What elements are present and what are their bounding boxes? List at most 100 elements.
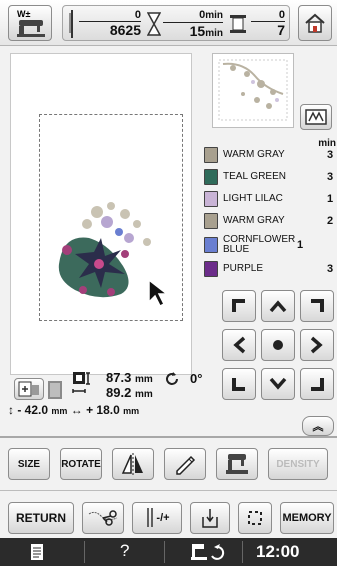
sewing-machine-icon: W± — [17, 9, 45, 37]
home-icon — [305, 13, 325, 33]
horizontal-offset: + 18.0 — [86, 403, 120, 417]
thread-item[interactable]: LIGHT LILAC 1 — [204, 190, 337, 208]
vertical-offset-icon: ↕ — [8, 403, 14, 417]
thread-item[interactable]: PURPLE 3 — [204, 260, 337, 278]
memory-button[interactable]: MEMORY — [280, 502, 334, 534]
embroidery-canvas[interactable] — [10, 53, 192, 375]
thread-minutes: 1 — [326, 193, 334, 205]
pencil-icon — [176, 455, 196, 475]
spool-icon — [204, 147, 218, 163]
thread-trim-button[interactable] — [82, 502, 124, 534]
frame-move-icon — [202, 509, 218, 528]
thread-item[interactable]: WARM GRAY 3 — [204, 146, 337, 164]
thread-minutes: 2 — [326, 215, 334, 227]
color-current: 0 — [251, 9, 285, 22]
clock: 12:00 — [256, 542, 300, 561]
stitch-total: 8625 — [109, 22, 141, 38]
corner-down-right-icon — [311, 378, 324, 391]
corner-up-left-icon — [232, 299, 245, 312]
tension-button[interactable]: -/+ — [132, 502, 182, 534]
thread-name: PURPLE — [223, 263, 264, 274]
return-button[interactable]: RETURN — [8, 502, 74, 534]
stitch-current: 0 — [79, 9, 141, 22]
move-down-left-button[interactable] — [222, 368, 256, 400]
mirror-icon — [121, 453, 143, 475]
move-down-button[interactable] — [261, 368, 295, 400]
machine-status-icon — [190, 542, 230, 566]
needle-icon — [147, 508, 154, 527]
spool-icon — [204, 261, 218, 277]
thread-name: WARM GRAY — [223, 149, 285, 160]
move-up-left-button[interactable] — [222, 290, 256, 322]
scale-icon — [72, 372, 90, 393]
vertical-offset-unit: mm — [51, 406, 68, 416]
pattern-width: 87.3 — [106, 370, 132, 385]
frame-icon — [18, 381, 39, 397]
spool-icon — [204, 237, 218, 253]
home-button[interactable] — [298, 5, 332, 41]
help-icon[interactable]: ? — [120, 541, 129, 561]
spool-icon — [204, 213, 218, 229]
thread-item[interactable]: TEAL GREEN 3 — [204, 168, 337, 186]
display-toggle-button[interactable] — [300, 104, 332, 130]
time-total: 15 — [189, 23, 206, 39]
hourglass-icon — [146, 12, 162, 36]
color-total: 7 — [277, 22, 285, 38]
frame-size-icon — [48, 381, 62, 399]
vertical-offset: - 42.0 — [17, 403, 49, 417]
horizontal-offset-unit: mm — [123, 406, 140, 416]
size-button[interactable]: SIZE — [8, 448, 50, 480]
move-left-button[interactable] — [222, 329, 256, 361]
move-down-right-button[interactable] — [300, 368, 334, 400]
corner-up-right-icon — [311, 299, 324, 312]
machine-settings-button[interactable]: W± — [8, 5, 52, 41]
double-chevron-up-icon: ︽ — [312, 421, 324, 433]
horizontal-offset-icon: ↔ — [70, 403, 83, 417]
pattern-height-unit: mm — [134, 389, 153, 400]
svg-text:W±: W± — [17, 9, 30, 19]
move-up-right-button[interactable] — [300, 290, 334, 322]
chevron-down-icon — [269, 377, 287, 390]
thread-name: TEAL GREEN — [223, 171, 286, 182]
chevron-up-icon — [269, 300, 287, 313]
system-bar: ? 12:00 — [0, 538, 337, 566]
thread-minutes: 1 — [296, 239, 304, 251]
edit-button[interactable] — [164, 448, 206, 480]
frame-icon — [248, 511, 262, 525]
thread-item[interactable]: WARM GRAY 2 — [204, 212, 337, 230]
spool-icon — [204, 169, 218, 185]
pattern-thumbnail — [212, 53, 294, 128]
divider — [0, 490, 337, 491]
thread-minutes: 3 — [326, 171, 334, 183]
collapse-button[interactable]: ︽ — [302, 416, 334, 436]
pattern-layout-button[interactable] — [14, 378, 44, 400]
move-right-button[interactable] — [300, 329, 334, 361]
density-button[interactable]: DENSITY — [268, 448, 328, 480]
rotate-button[interactable]: ROTATE — [60, 448, 102, 480]
spool-icon — [229, 14, 247, 34]
center-dot-icon — [273, 340, 283, 350]
layout-button[interactable] — [238, 502, 272, 534]
needle-icon — [67, 9, 77, 39]
thread-minutes: 3 — [326, 149, 334, 161]
pattern-height: 89.2 — [106, 385, 132, 400]
divider — [0, 436, 337, 438]
move-up-button[interactable] — [261, 290, 295, 322]
corner-down-left-icon — [232, 378, 245, 391]
clipboard-icon[interactable] — [30, 543, 44, 566]
machine-button[interactable] — [216, 448, 258, 480]
pointer-icon — [148, 278, 170, 308]
mirror-button[interactable] — [112, 448, 154, 480]
pattern-width-unit: mm — [134, 374, 153, 385]
thread-name: CORNFLOWER BLUE — [223, 234, 296, 255]
spool-icon — [204, 191, 218, 207]
center-button[interactable] — [261, 329, 295, 361]
scissors-icon — [88, 510, 118, 526]
sewing-machine-icon — [226, 454, 248, 474]
thread-item[interactable]: CORNFLOWER BLUE 1 — [204, 234, 337, 256]
thread-name: WARM GRAY — [223, 215, 285, 226]
thread-name: LIGHT LILAC — [223, 193, 283, 204]
trial-button[interactable] — [190, 502, 230, 534]
time-unit: min — [205, 10, 223, 21]
chevron-left-icon — [233, 336, 246, 354]
